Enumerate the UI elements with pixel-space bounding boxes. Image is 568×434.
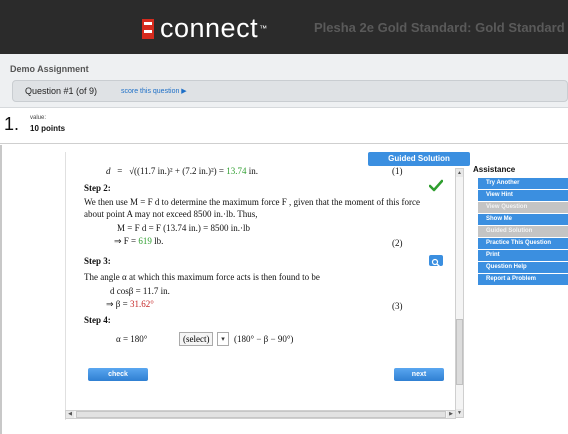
assistance-title: Assistance (473, 165, 516, 174)
solution-panel: Guided Solution d = √((11.7 in.)² + (7.2… (65, 152, 470, 420)
question-nav: Question #1 (of 9) score this question ▶ (12, 80, 568, 102)
scroll-right-icon[interactable]: ▶ (447, 411, 455, 418)
assistance-button-show-me[interactable]: Show Me (478, 214, 568, 225)
assistance-panel: Assistance Try Another View Hint View Ques… (469, 165, 568, 286)
connect-logo: connect ™ (142, 13, 267, 44)
assistance-button-view-hint[interactable]: View Hint (478, 190, 568, 201)
step-2-label: Step 2: (84, 183, 111, 193)
equation-number-2: (2) (392, 238, 403, 248)
equation-line-2b: ⇒ F = 619 lb. (114, 236, 164, 246)
result-force: 619 (138, 236, 152, 246)
equation-number-1: (1) (392, 166, 403, 176)
question-counter: Question #1 (of 9) (25, 86, 98, 96)
assistance-button-report-a-problem[interactable]: Report a Problem (478, 274, 568, 285)
value-label: value: (30, 115, 47, 121)
question-number: 1. (4, 114, 20, 134)
horizontal-scrollbar[interactable]: ◀ ▶ (65, 410, 456, 419)
course-title: Plesha 2e Gold Standard: Gold Standard (314, 20, 565, 35)
step-3-label: Step 3: (84, 256, 111, 266)
scroll-up-icon[interactable]: ▲ (456, 169, 463, 177)
chevron-down-icon[interactable]: ▾ (217, 332, 229, 346)
assistance-button-print[interactable]: Print (478, 250, 568, 261)
vertical-scroll-thumb[interactable] (456, 319, 463, 385)
result-distance: 13.74 (226, 166, 247, 176)
points-value: 10 points (30, 124, 66, 133)
step-3-text: The angle α at which this maximum force … (84, 272, 320, 282)
step-2-text-a: We then use M = F d to determine the max… (84, 197, 421, 207)
assistance-button-view-question: View Question (478, 202, 568, 213)
assistance-button-question-help[interactable]: Question Help (478, 262, 568, 273)
equation-line-3a: d cosβ = 11.7 in. (110, 286, 170, 296)
page: connect ™ Plesha 2e Gold Standard: Gold … (0, 0, 568, 434)
scroll-down-icon[interactable]: ▼ (456, 409, 463, 417)
question-value-row: 1. value: 10 points (0, 108, 568, 144)
vertical-scrollbar[interactable]: ▲ ▼ (455, 168, 464, 418)
step-4-label: Step 4: (84, 315, 111, 325)
assistance-button-practice-this-question[interactable]: Practice This Question (478, 238, 568, 249)
equation-line-2a: M = F d = F (13.74 in.) = 8500 in.·lb (117, 223, 250, 233)
scroll-left-icon[interactable]: ◀ (66, 411, 74, 418)
equation-number-3: (3) (392, 301, 403, 311)
check-button[interactable]: check (88, 368, 148, 381)
equation-line-4-rhs: (180° − β − 90°) (234, 334, 294, 344)
result-angle: 31.62° (129, 299, 154, 309)
step-2-text-b: about point A may not exceed 8500 in.·lb… (84, 209, 258, 219)
mcgraw-hill-logo-icon (142, 18, 154, 39)
next-button[interactable]: next (394, 368, 444, 381)
equation-line-3b: ⇒ β = 31.62° (106, 299, 154, 309)
guided-solution-header: Guided Solution (368, 152, 470, 166)
magnifier-icon[interactable] (429, 255, 443, 267)
answer-select[interactable]: (select) (179, 332, 214, 346)
logo-text: connect (160, 13, 259, 43)
assistance-button-guided-solution: Guided Solution (478, 226, 568, 237)
left-border (0, 145, 2, 434)
score-question-link[interactable]: score this question ▶ (121, 87, 187, 95)
app-header: connect ™ Plesha 2e Gold Standard: Gold … (0, 0, 568, 54)
assignment-title: Demo Assignment (10, 64, 89, 74)
assistance-button-try-another[interactable]: Try Another (478, 178, 568, 189)
equation-line-4-lhs: α = 180° (116, 334, 148, 344)
assistance-buttons: Try Another View Hint View Question Show Me… (469, 178, 568, 285)
equation-line-1: d = √((11.7 in.)² + (7.2 in.)²) = 13.74 … (106, 166, 258, 176)
checkmark-icon (429, 179, 443, 192)
assignment-bar: Demo Assignment Question #1 (of 9) score… (0, 54, 568, 108)
horizontal-scroll-thumb[interactable] (76, 411, 446, 418)
